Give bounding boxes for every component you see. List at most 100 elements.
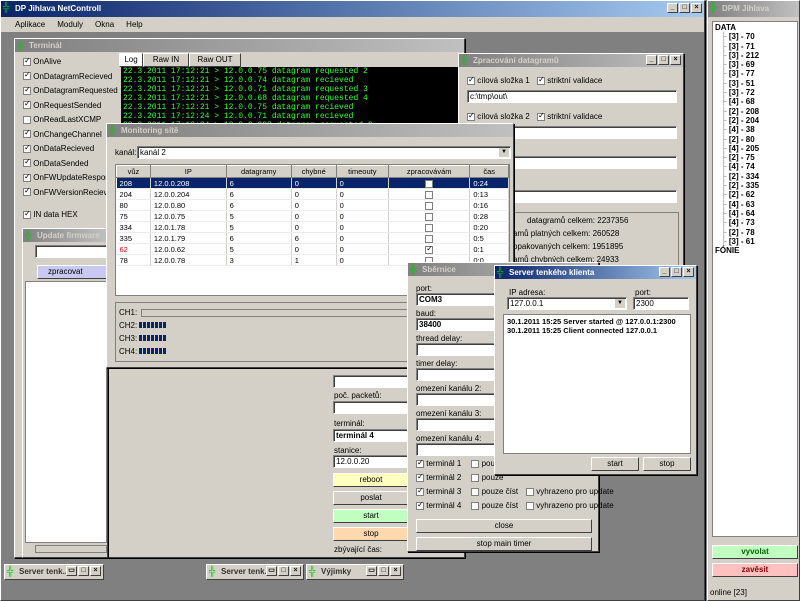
checkbox[interactable] — [425, 234, 434, 243]
column-header[interactable]: datagramy — [225, 165, 292, 178]
min-server-1[interactable]: ╬ Server tenk... ▭ □ × — [4, 564, 104, 580]
column-header[interactable]: vůz — [116, 165, 151, 178]
minimize-icon[interactable]: _ — [667, 3, 678, 13]
tree-item[interactable]: ├ [3] - 77 — [715, 69, 795, 78]
tree-item[interactable]: ├ [4] - 68 — [715, 97, 795, 106]
tree-item[interactable]: ├ [3] - 72 — [715, 88, 795, 97]
tree-item[interactable]: ├ [2] - 204 — [715, 116, 795, 125]
restore-icon[interactable]: ▭ — [266, 566, 277, 576]
event-check[interactable]: OnDatagramRecieved — [23, 70, 112, 81]
omez3-input[interactable] — [416, 418, 496, 431]
close-icon[interactable]: × — [290, 566, 301, 576]
cilova2-check[interactable]: cílová složka 2 — [467, 111, 530, 121]
server-stop-button[interactable]: stop — [643, 457, 691, 471]
stop-main-timer-button[interactable]: stop main timer — [416, 537, 592, 551]
maximize-icon[interactable]: □ — [671, 267, 682, 277]
poslat-button[interactable]: poslat — [333, 491, 409, 505]
checkbox[interactable] — [23, 157, 31, 168]
vyvolat-button[interactable]: vyvolat — [712, 545, 798, 559]
checkbox[interactable] — [23, 56, 31, 66]
baud-input[interactable]: 38400 — [416, 318, 496, 331]
fw-path-input[interactable] — [35, 245, 107, 258]
close-icon[interactable]: × — [691, 3, 702, 13]
checkbox[interactable] — [425, 244, 434, 254]
close-icon[interactable]: × — [390, 566, 401, 576]
kanal-select[interactable]: kanál 2 ▼ — [137, 146, 511, 159]
checkbox[interactable] — [425, 179, 434, 188]
event-check[interactable]: OnDataSended — [23, 157, 88, 168]
min-server-2[interactable]: ╬ Server tenk... ▭ □ × — [206, 564, 304, 580]
server-port-input[interactable]: 2300 — [633, 297, 689, 310]
menu-moduly[interactable]: Moduly — [57, 17, 83, 32]
column-header[interactable]: timeouty — [335, 165, 390, 178]
checkbox[interactable] — [23, 172, 31, 182]
maximize-icon[interactable]: □ — [78, 566, 89, 576]
checkbox[interactable] — [471, 487, 480, 496]
tab-raw-in[interactable]: Raw IN data — [143, 53, 189, 75]
event-check[interactable]: OnRequestSended — [23, 99, 101, 110]
column-header[interactable]: chybné — [290, 165, 337, 178]
striktni1-check[interactable]: striktní validace — [537, 75, 602, 85]
tab-raw-out[interactable]: Raw OUT data — [189, 53, 241, 75]
omez4-input[interactable] — [416, 443, 496, 456]
table-row[interactable]: 334 12.0.1.78 5 0 0 0:20 — [116, 221, 509, 233]
tree-item[interactable]: ├ [4] - 38 — [715, 125, 795, 134]
tree-item[interactable]: ├ [2] - 208 — [715, 107, 795, 116]
tree-item[interactable]: ├ [3] - 70 — [715, 32, 795, 41]
minimize-icon[interactable]: _ — [646, 55, 657, 65]
start-button[interactable]: start — [333, 509, 409, 523]
column-header[interactable]: IP — [149, 165, 227, 178]
close-icon[interactable]: × — [670, 55, 681, 65]
event-check[interactable]: OnFWVersionRecieved — [23, 186, 116, 197]
tree-item[interactable]: ├ [2] - 335 — [715, 181, 795, 190]
checkbox[interactable] — [23, 186, 31, 197]
checkbox[interactable] — [416, 486, 424, 496]
checkbox[interactable] — [23, 99, 31, 110]
checkbox[interactable] — [425, 201, 434, 210]
checkbox[interactable] — [23, 143, 31, 153]
table-row[interactable]: 75 12.0.0.75 5 0 0 0:28 — [116, 210, 509, 222]
cilova1-check[interactable]: cílová složka 1 — [467, 75, 530, 85]
in-data-hex-check[interactable]: IN data HEX — [23, 209, 78, 219]
checkbox[interactable] — [537, 75, 545, 85]
column-header[interactable]: zpracovávám — [388, 165, 471, 178]
striktni2-check[interactable]: striktní validace — [537, 111, 602, 121]
menu-help[interactable]: Help — [126, 17, 142, 32]
chevron-down-icon[interactable]: ▼ — [615, 299, 625, 308]
checkbox[interactable] — [416, 500, 424, 510]
checkbox[interactable] — [425, 223, 434, 232]
tree-item[interactable]: ├ [2] - 62 — [715, 190, 795, 199]
restore-icon[interactable]: ▭ — [66, 566, 77, 576]
checkbox[interactable] — [471, 459, 480, 468]
ip-select[interactable]: 127.0.0.1 ▼ — [507, 297, 627, 310]
port-input[interactable]: COM3 — [416, 293, 496, 306]
tree-item[interactable]: ├ [3] - 61 — [715, 237, 795, 246]
tree-item[interactable]: ├ [4] - 205 — [715, 144, 795, 153]
checkbox[interactable] — [23, 128, 31, 139]
tree-item[interactable]: ├ [3] - 212 — [715, 51, 795, 60]
close-icon[interactable]: × — [683, 267, 694, 277]
minimize-icon[interactable]: _ — [659, 267, 670, 277]
maximize-icon[interactable]: □ — [658, 55, 669, 65]
tree-fonie[interactable]: FÓNIE — [715, 246, 795, 255]
event-check[interactable]: OnDataRecieved — [23, 143, 94, 153]
event-check[interactable]: OnDatagramRequested — [23, 85, 118, 95]
event-check[interactable]: OnFWUpdateResponse — [23, 172, 118, 182]
checkbox[interactable] — [526, 501, 535, 510]
tree-item[interactable]: ├ [2] - 80 — [715, 135, 795, 144]
omez2-input[interactable] — [416, 393, 496, 406]
checkbox[interactable] — [537, 111, 545, 121]
table-row[interactable]: 6212.0.0.625000:1 — [116, 243, 509, 255]
tree-item[interactable]: ├ [3] - 71 — [715, 42, 795, 51]
min-vyjimky[interactable]: ╬ Výjimky ▭ □ × — [306, 564, 404, 580]
close-icon[interactable]: × — [90, 566, 101, 576]
table-row[interactable]: 335 12.0.1.79 6 6 0 0:5 — [116, 232, 509, 244]
tree-item[interactable]: ├ [2] - 78 — [715, 228, 795, 237]
stop-button[interactable]: stop — [333, 527, 409, 541]
zpracovat-button[interactable]: zpracovat — [37, 265, 107, 279]
tree-root[interactable]: DATA — [715, 23, 795, 32]
checkbox[interactable] — [416, 472, 424, 482]
fw-list[interactable] — [25, 281, 107, 543]
event-check[interactable]: OnAlive — [23, 56, 61, 66]
checkbox[interactable] — [23, 115, 31, 124]
